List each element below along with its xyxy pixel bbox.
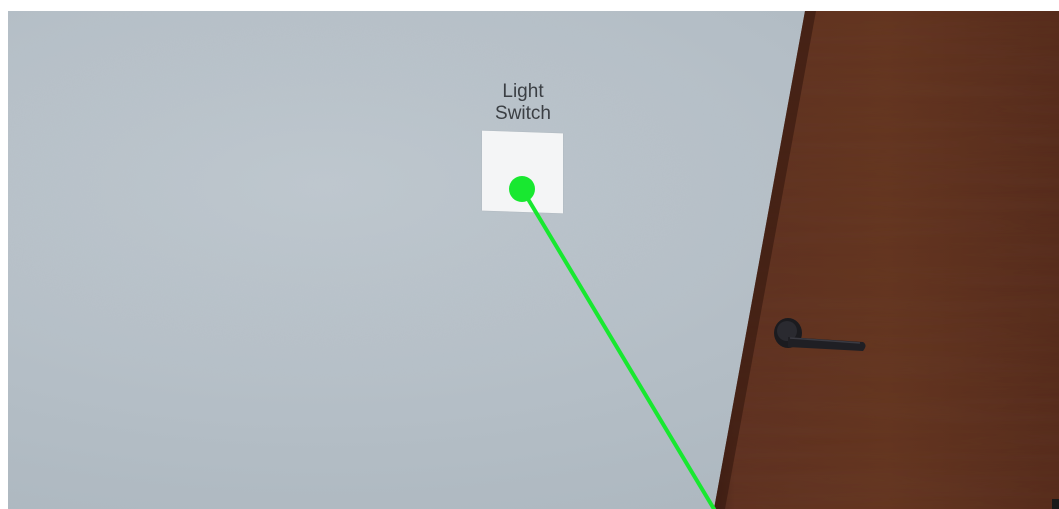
- laser-pointer-ray: [520, 187, 716, 509]
- vr-viewport: Light Switch: [0, 0, 1059, 509]
- pointer-cursor-dot: [509, 176, 535, 202]
- scene-overlay: [509, 11, 1059, 509]
- frame-edge-mark: [1052, 499, 1059, 509]
- scene-frame: Light Switch: [8, 11, 1059, 509]
